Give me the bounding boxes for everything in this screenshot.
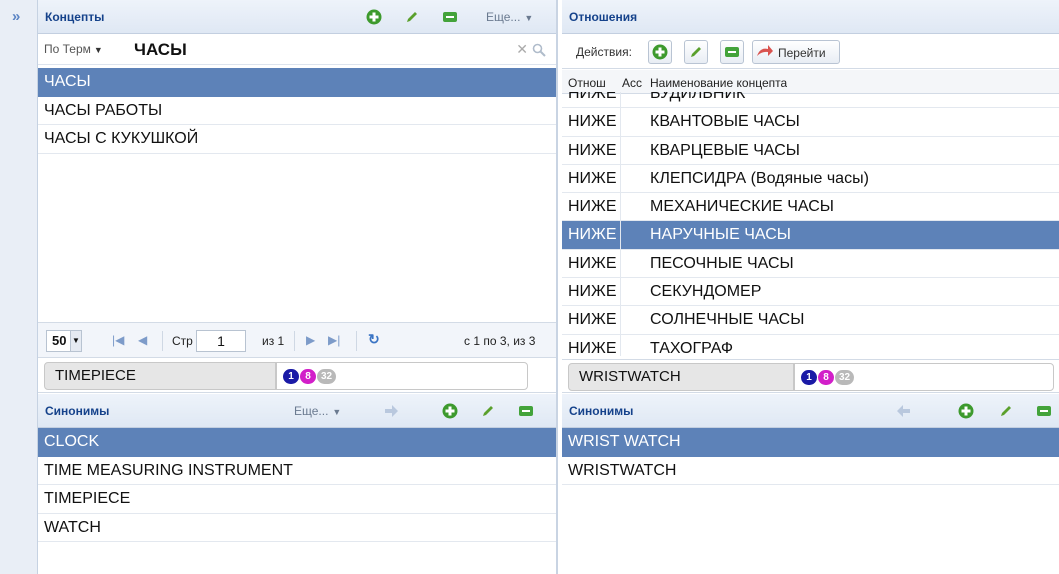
concepts-more-menu[interactable]: Еще... ▼	[486, 10, 533, 24]
term-field[interactable]: WRISTWATCH	[568, 363, 794, 391]
edit-synonym-icon[interactable]	[998, 403, 1014, 419]
table-row[interactable]: НИЖЕ МЕХАНИЧЕСКИЕ ЧАСЫ	[562, 193, 1059, 222]
actions-label: Действия:	[576, 45, 632, 59]
relations-header: Отношения	[562, 0, 1059, 34]
count-badge: 1	[283, 369, 299, 384]
pager-summary: с 1 по 3, из 3	[464, 334, 536, 348]
add-synonym-icon[interactable]	[442, 403, 458, 419]
chevron-down-icon: ▼	[93, 45, 103, 55]
column-concept-name[interactable]: Наименование концепта	[650, 76, 787, 90]
relations-title: Отношения	[569, 10, 638, 24]
relation-synonyms-title: Синонимы	[569, 404, 634, 418]
relations-table: НИЖЕ БУДИЛЬНИК НИЖЕ КВАНТОВЫЕ ЧАСЫ НИЖЕ КВА…	[562, 92, 1059, 356]
remove-synonym-icon[interactable]	[518, 403, 534, 419]
list-item[interactable]: ЧАСЫ С КУКУШКОЙ	[38, 125, 556, 154]
page-count-label: из 1	[262, 334, 285, 348]
list-item[interactable]: WATCH	[38, 514, 556, 542]
expand-chevron-icon[interactable]: »	[12, 8, 20, 25]
concepts-title: Концепты	[45, 10, 105, 24]
table-row[interactable]: НИЖЕ СОЛНЕЧНЫЕ ЧАСЫ	[562, 306, 1059, 335]
remove-concept-icon[interactable]	[442, 9, 458, 25]
term-field[interactable]: TIMEPIECE	[44, 362, 276, 390]
relations-column-header: Отнош Асс Наименование концепта	[562, 70, 1059, 94]
list-item[interactable]: ЧАСЫ	[38, 68, 556, 97]
relation-synonyms-list: WRIST WATCH WRISTWATCH	[562, 428, 1059, 485]
count-badge: 8	[818, 370, 834, 385]
page-size-select[interactable]: 50 ▼	[46, 330, 82, 352]
table-row[interactable]: НИЖЕ СЕКУНДОМЕР	[562, 278, 1059, 307]
concepts-header: Концепты Еще... ▼	[38, 0, 556, 34]
count-badge: 32	[835, 370, 855, 385]
edit-synonym-icon[interactable]	[480, 403, 496, 419]
remove-synonym-icon[interactable]	[1036, 403, 1052, 419]
next-page-icon[interactable]: ▶	[306, 333, 315, 347]
prev-page-icon[interactable]: ◀	[138, 333, 147, 347]
plus-icon	[652, 44, 668, 65]
table-row[interactable]: НИЖЕ КВАРЦЕВЫЕ ЧАСЫ	[562, 136, 1059, 165]
badge-field: 1 8 32	[794, 363, 1054, 391]
table-row[interactable]: НИЖЕ БУДИЛЬНИК	[562, 92, 1059, 109]
first-page-icon[interactable]: |◀	[112, 333, 124, 347]
count-badge: 1	[801, 370, 817, 385]
count-badge: 32	[317, 369, 337, 384]
list-item[interactable]: TIMEPIECE	[38, 485, 556, 514]
goto-button[interactable]: Перейти	[752, 40, 840, 64]
clear-icon[interactable]: ✕	[516, 41, 528, 58]
relations-panel: Отношения Действия: Перейти Отнош Асс На…	[562, 0, 1059, 574]
concepts-panel: Концепты Еще... ▼ По Терм ▼ ЧАСЫ ✕ ЧАСЫ ЧА…	[38, 0, 558, 574]
transfer-left-icon[interactable]	[896, 403, 912, 419]
list-item[interactable]: WRISTWATCH	[562, 457, 1059, 485]
list-item[interactable]: TIME MEASURING INSTRUMENT	[38, 457, 556, 485]
relation-term-bar: WRISTWATCH 1 8 32	[562, 359, 1059, 393]
transfer-right-icon[interactable]	[383, 403, 399, 419]
list-item[interactable]: CLOCK	[38, 428, 556, 457]
synonyms-title: Синонимы	[45, 404, 110, 418]
table-row[interactable]: НИЖЕ ПЕСОЧНЫЕ ЧАСЫ	[562, 249, 1059, 279]
navigator-collapse-strip[interactable]: »	[0, 0, 38, 574]
list-item[interactable]: ЧАСЫ РАБОТЫ	[38, 97, 556, 125]
chevron-down-icon: ▼	[524, 13, 534, 23]
relation-synonyms-header: Синонимы	[562, 394, 1059, 428]
page-label: Стр	[172, 334, 193, 348]
last-page-icon[interactable]: ▶|	[328, 333, 340, 347]
table-row[interactable]: НИЖЕ ТАХОГРАФ	[562, 334, 1059, 356]
edit-concept-icon[interactable]	[404, 9, 420, 25]
synonyms-list: CLOCK TIME MEASURING INSTRUMENT TIMEPIEC…	[38, 428, 556, 542]
add-concept-icon[interactable]	[366, 9, 382, 25]
minus-icon	[724, 44, 740, 65]
concepts-list: ЧАСЫ ЧАСЫ РАБОТЫ ЧАСЫ С КУКУШКОЙ	[38, 68, 556, 154]
refresh-icon[interactable]: ↻	[368, 331, 380, 348]
page-number-input[interactable]: 1	[196, 330, 246, 352]
synonyms-more-menu[interactable]: Еще... ▼	[294, 404, 341, 418]
column-assoc[interactable]: Асс	[622, 76, 648, 90]
goto-arrow-icon	[756, 44, 774, 65]
column-relation[interactable]: Отнош	[568, 76, 620, 90]
synonyms-header: Синонимы Еще... ▼	[38, 394, 556, 428]
concepts-pager: 50 ▼ |◀ ◀ Стр 1 из 1 ▶ ▶| ↻ с 1 по 3, из …	[38, 322, 556, 358]
search-input[interactable]: ЧАСЫ	[134, 40, 187, 60]
chevron-down-icon: ▼	[70, 330, 82, 352]
chevron-down-icon: ▼	[332, 407, 342, 417]
relations-toolbar: Действия: Перейти	[562, 35, 1059, 69]
table-row[interactable]: НИЖЕ НАРУЧНЫЕ ЧАСЫ	[562, 221, 1059, 250]
badge-field: 1 8 32	[276, 362, 528, 390]
remove-relation-button[interactable]	[720, 40, 744, 64]
search-icon[interactable]	[532, 43, 546, 62]
concept-search-bar: По Терм ▼ ЧАСЫ ✕	[38, 35, 556, 65]
concept-term-bar: TIMEPIECE 1 8 32	[38, 359, 556, 393]
edit-relation-button[interactable]	[684, 40, 708, 64]
table-row[interactable]: НИЖЕ КВАНТОВЫЕ ЧАСЫ	[562, 108, 1059, 137]
pencil-icon	[688, 44, 704, 65]
count-badge: 8	[300, 369, 316, 384]
search-mode-select[interactable]: По Терм ▼	[44, 42, 103, 56]
add-relation-button[interactable]	[648, 40, 672, 64]
list-item[interactable]: WRIST WATCH	[562, 428, 1059, 457]
add-synonym-icon[interactable]	[958, 403, 974, 419]
table-row[interactable]: НИЖЕ КЛЕПСИДРА (Водяные часы)	[562, 164, 1059, 194]
